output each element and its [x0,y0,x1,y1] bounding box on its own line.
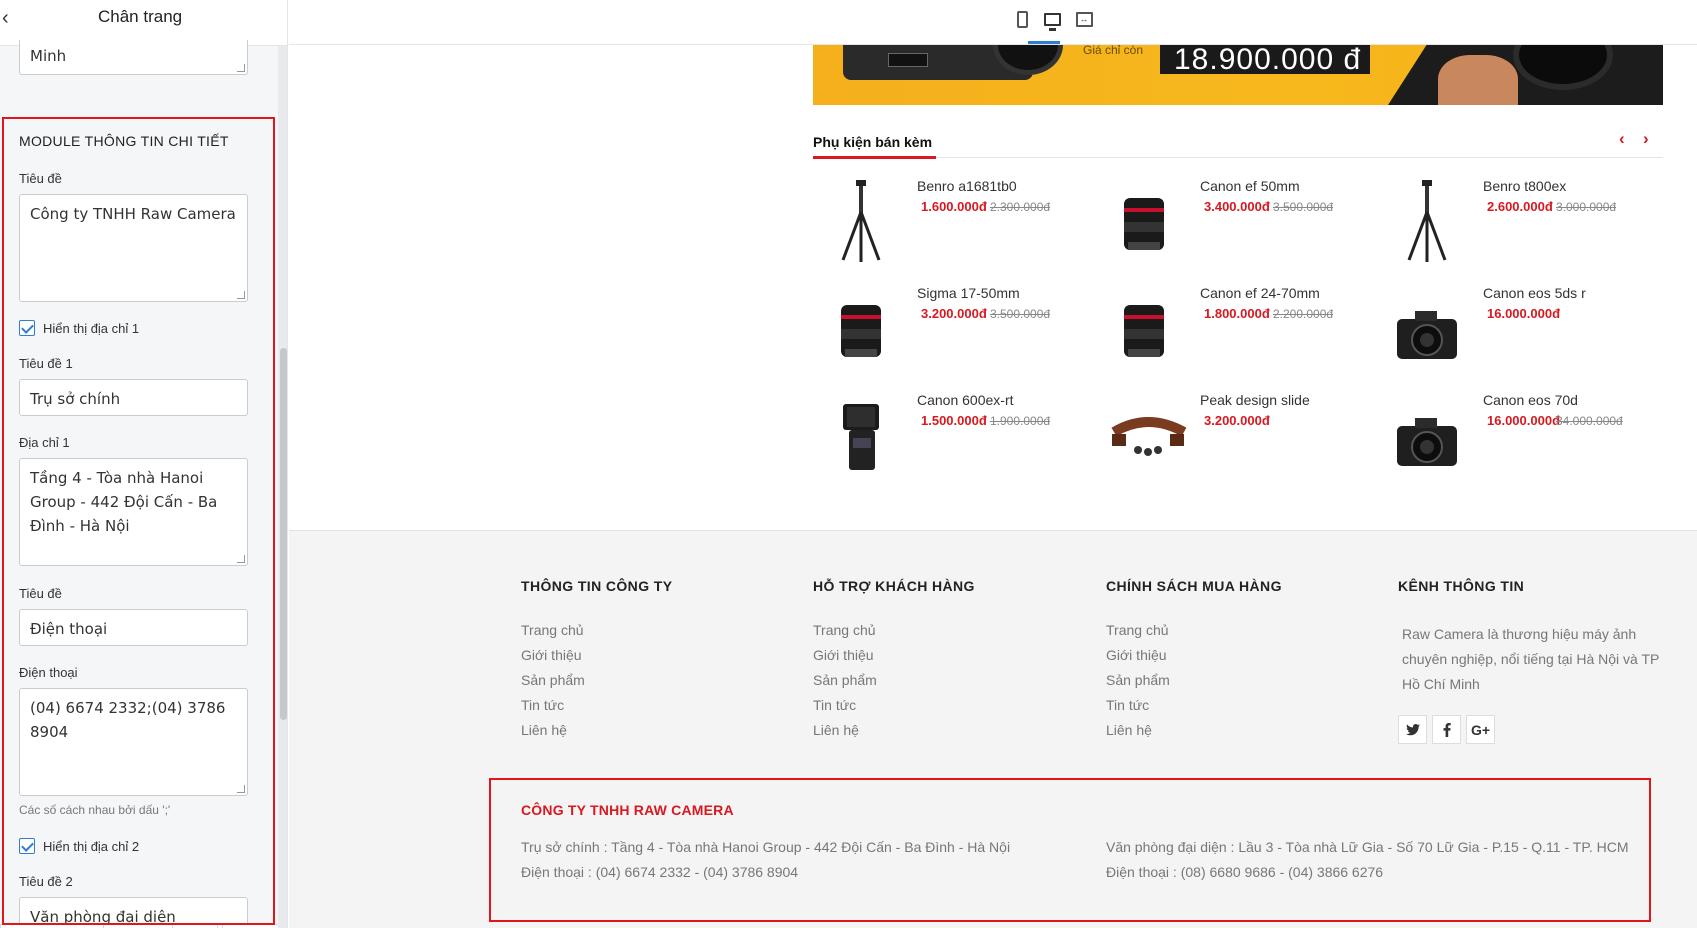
footer-link[interactable]: Liên hệ [1106,722,1152,738]
product-name[interactable]: Sigma 17-50mm [917,285,1020,301]
footer-link[interactable]: Tin tức [1106,697,1149,713]
product-old-price: 3.500.000đ [1273,200,1334,214]
product-tripod-image[interactable] [1391,178,1461,263]
footer-link[interactable]: Trang chủ [1106,622,1169,638]
banner-price: 18.900.000 đ [1160,45,1370,75]
footer-link[interactable]: Tin tức [813,697,856,713]
accessories-title: Phụ kiện bán kèm [813,134,933,150]
footer-link[interactable]: Sản phẩm [521,672,585,688]
product-old-price: 3.500.000đ [990,307,1051,321]
product-strap-image[interactable] [1108,392,1187,477]
product-card[interactable]: Benro t800ex 2.600.000đ 3.000.000đ [1381,178,1651,273]
product-price: 1.800.000đ [1204,306,1270,321]
product-name[interactable]: Canon ef 50mm [1200,178,1300,194]
next-arrow-icon[interactable]: › [1643,129,1649,149]
active-device-indicator [1028,41,1060,44]
product-price: 1.500.000đ [921,413,987,428]
mobile-icon[interactable] [1011,8,1033,30]
product-old-price: 2.200.000đ [1273,307,1334,321]
promo-banner[interactable]: Giá chỉ còn 18.900.000 đ [813,45,1663,105]
product-name[interactable]: Canon 600ex-rt [917,392,1014,408]
product-price: 2.600.000đ [1487,199,1553,214]
product-card[interactable]: Sigma 17-50mm 3.200.000đ 3.500.000đ [815,285,1085,380]
footer-link[interactable]: Liên hệ [521,722,567,738]
footer-col-title: CHÍNH SÁCH MUA HÀNG [1106,578,1282,594]
product-name[interactable]: Peak design slide [1200,392,1310,408]
product-card[interactable]: Peak design slide 3.200.000đ [1098,392,1368,487]
product-lens-image[interactable] [1108,285,1178,370]
product-card[interactable]: Canon eos 5ds r 16.000.000đ [1381,285,1651,380]
banner-caption: Giá chỉ còn [1083,45,1144,57]
product-old-price: 2.300.000đ [990,200,1051,214]
product-name[interactable]: Canon eos 70d [1483,392,1578,408]
twitter-icon[interactable] [1398,715,1427,744]
footer-link[interactable]: Tin tức [521,697,564,713]
product-name[interactable]: Benro t800ex [1483,178,1566,194]
prev-arrow-icon[interactable]: ‹ [1619,129,1625,149]
product-price: 16.000.000đ [1487,306,1561,321]
fullwidth-icon[interactable]: ↔ [1073,8,1095,30]
preview-toolbar: ↔ [289,0,1697,45]
product-card[interactable]: Benro a1681tb0 1.600.000đ 2.300.000đ [815,178,1085,273]
facebook-icon[interactable] [1432,715,1461,744]
settings-sidebar: ‹ Chân trang Minh MODULE THÔNG TIN CHI T… [0,0,288,928]
product-name[interactable]: Canon ef 24-70mm [1200,285,1320,301]
footer-link[interactable]: Sản phẩm [813,672,877,688]
banner-camera-image [843,45,1063,80]
desktop-icon[interactable] [1041,8,1063,31]
footer-link[interactable]: Giới thiệu [521,647,582,663]
product-price: 3.200.000đ [1204,413,1270,428]
product-camera-image[interactable] [1391,285,1461,370]
product-price: 1.600.000đ [921,199,987,214]
highlight-box-footer [489,778,1651,922]
product-camera-image[interactable] [1391,392,1461,477]
channel-description: Raw Camera là thương hiệu máy ảnh chuyên… [1402,626,1660,692]
product-lens-image[interactable] [1108,178,1178,263]
product-tripod-image[interactable] [825,178,895,263]
product-old-price: 3.000.000đ [1556,200,1617,214]
sidebar-scrollbar-thumb[interactable] [280,348,287,720]
footer-link[interactable]: Giới thiệu [813,647,874,663]
product-price: 3.200.000đ [921,306,987,321]
highlight-box-sidebar [2,117,275,925]
previous-field-input[interactable]: Minh [19,40,248,75]
google-plus-icon[interactable]: G+ [1466,715,1495,744]
product-price: 3.400.000đ [1204,199,1270,214]
footer-col-title: KÊNH THÔNG TIN [1398,578,1525,594]
sidebar-title: Chân trang [98,7,183,26]
product-card[interactable]: Canon ef 50mm 3.400.000đ 3.500.000đ [1098,178,1368,273]
editor-app: ‹ Chân trang Minh MODULE THÔNG TIN CHI T… [0,0,1697,928]
banner-hand-image [1438,55,1518,105]
product-flash-image[interactable] [825,392,895,477]
product-name[interactable]: Canon eos 5ds r [1483,285,1586,301]
product-card[interactable]: Canon eos 70d 16.000.000đ 34.000.000đ [1381,392,1651,487]
footer-col-title: THÔNG TIN CÔNG TY [521,578,673,594]
accessories-divider [813,157,1663,158]
footer-link[interactable]: Sản phẩm [1106,672,1170,688]
footer-link[interactable]: Trang chủ [521,622,584,638]
product-lens-image[interactable] [825,285,895,370]
product-card[interactable]: Canon ef 24-70mm 1.800.000đ 2.200.000đ [1098,285,1368,380]
product-old-price: 1.900.000đ [990,414,1051,428]
footer-link[interactable]: Trang chủ [813,622,876,638]
back-arrow-icon[interactable]: ‹ [2,7,16,29]
product-card[interactable]: Canon 600ex-rt 1.500.000đ 1.900.000đ [815,392,1085,487]
footer-col-title: HỖ TRỢ KHÁCH HÀNG [813,578,975,594]
product-name[interactable]: Benro a1681tb0 [917,178,1017,194]
product-old-price: 34.000.000đ [1556,414,1623,428]
footer-link[interactable]: Liên hệ [813,722,859,738]
accessories-title-underline [813,156,936,159]
product-price: 16.000.000đ [1487,413,1561,428]
footer-link[interactable]: Giới thiệu [1106,647,1167,663]
